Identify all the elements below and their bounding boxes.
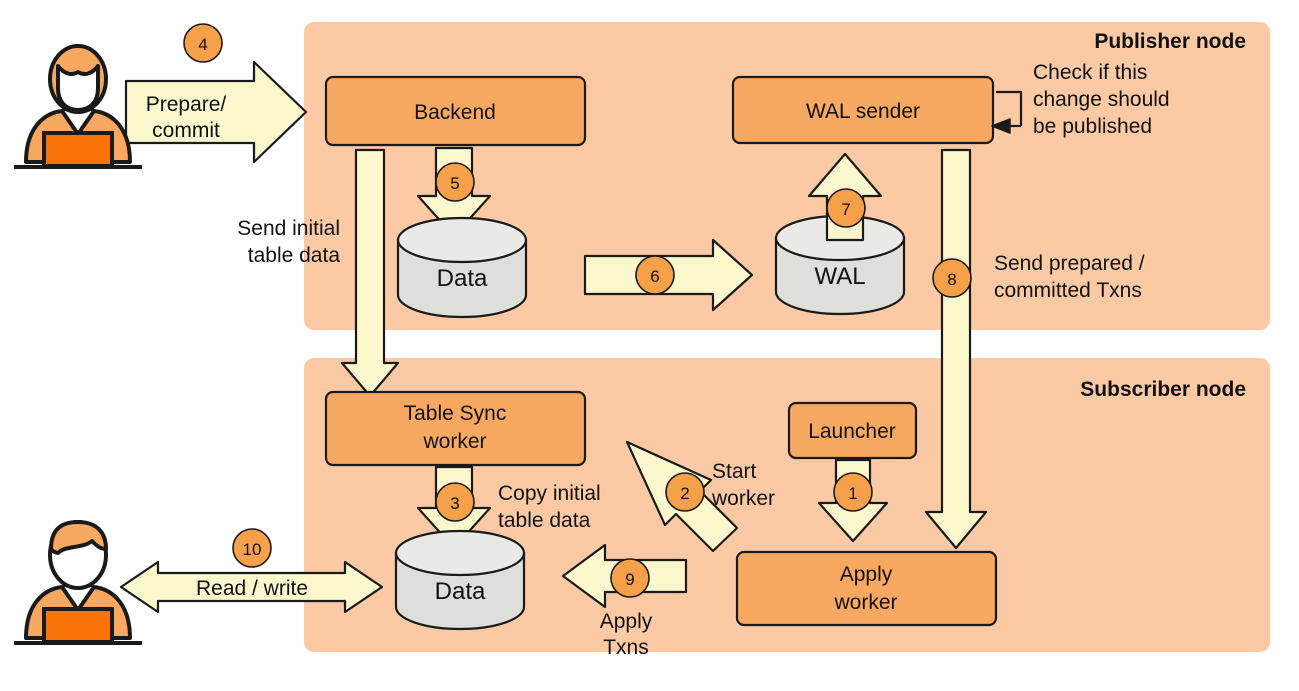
launcher-box[interactable]: Launcher [787,401,918,460]
step-badge-2: 2 [665,472,705,512]
prepare-commit-line2: commit [152,119,220,142]
table-sync-worker-line2: worker [422,430,486,453]
subscriber-user-icon [14,520,142,645]
copy-initial-line2: table data [498,509,591,532]
subscriber-data-cylinder: Data [394,529,526,631]
step-badge-10-number: 10 [243,540,262,559]
wal-label: WAL [814,263,865,290]
send-prepared-label-line2: committed Txns [994,279,1142,302]
apply-worker-box[interactable]: Apply worker [735,550,998,627]
step-badge-5: 5 [435,162,475,202]
step-badge-6: 6 [635,255,675,295]
step-badge-4-number: 4 [198,35,207,54]
check-if-line1: Check if this [1033,61,1147,84]
subscriber-data-label: Data [435,578,486,605]
prepare-commit-arrow: Prepare/ commit [124,60,308,164]
publisher-data-cylinder: Data [396,216,528,319]
step-badge-8: 8 [932,258,972,298]
step-badge-8-number: 8 [947,270,956,289]
send-prepared-label-line1: Send prepared / [994,252,1145,275]
step-badge-3-number: 3 [450,494,459,513]
diagram-canvas: Publisher node Subscriber node Send init… [0,0,1299,691]
step-badge-10: 10 [232,528,272,568]
step-badge-9: 9 [610,558,650,598]
launcher-box-label: Launcher [808,420,896,443]
publisher-user-icon [14,44,142,169]
publisher-panel-label: Publisher node [1094,30,1246,53]
step-badge-1: 1 [833,472,873,512]
table-sync-worker-line1: Table Sync [404,402,507,425]
step-badge-7: 7 [826,188,866,228]
wal-sender-box-label: WAL sender [806,100,920,123]
backend-box-label: Backend [414,101,496,124]
copy-initial-line1: Copy initial [498,482,601,505]
step-badge-9-number: 9 [625,570,634,589]
check-if-line2: change should [1033,88,1170,111]
step-badge-2-number: 2 [680,484,689,503]
step-badge-6-number: 6 [650,267,659,286]
table-sync-worker-box[interactable]: Table Sync worker [324,390,587,467]
step-badge-1-number: 1 [848,484,857,503]
publisher-data-label: Data [437,265,488,292]
subscriber-panel-label: Subscriber node [1080,378,1246,401]
apply-txns-line1: Apply [600,610,653,633]
apply-worker-line2: worker [833,591,897,614]
start-worker-line1: Start [712,460,757,483]
prepare-commit-line1: Prepare/ [146,93,227,116]
step-badge-3: 3 [435,482,475,522]
step-badge-5-number: 5 [450,174,459,193]
logical-replication-diagram: Publisher node Subscriber node Send init… [14,22,1270,659]
wal-sender-box[interactable]: WAL sender [731,75,995,145]
apply-worker-line1: Apply [840,563,893,586]
check-if-line3: be published [1033,115,1152,138]
step-badge-4: 4 [183,23,223,63]
start-worker-line2: worker [711,487,775,510]
backend-box[interactable]: Backend [324,75,587,147]
step-badge-7-number: 7 [841,200,850,219]
send-initial-label-line2: table data [248,244,341,267]
read-write-label: Read / write [196,577,308,600]
send-initial-label-line1: Send initial [237,217,340,240]
apply-txns-line2: Txns [603,636,649,659]
